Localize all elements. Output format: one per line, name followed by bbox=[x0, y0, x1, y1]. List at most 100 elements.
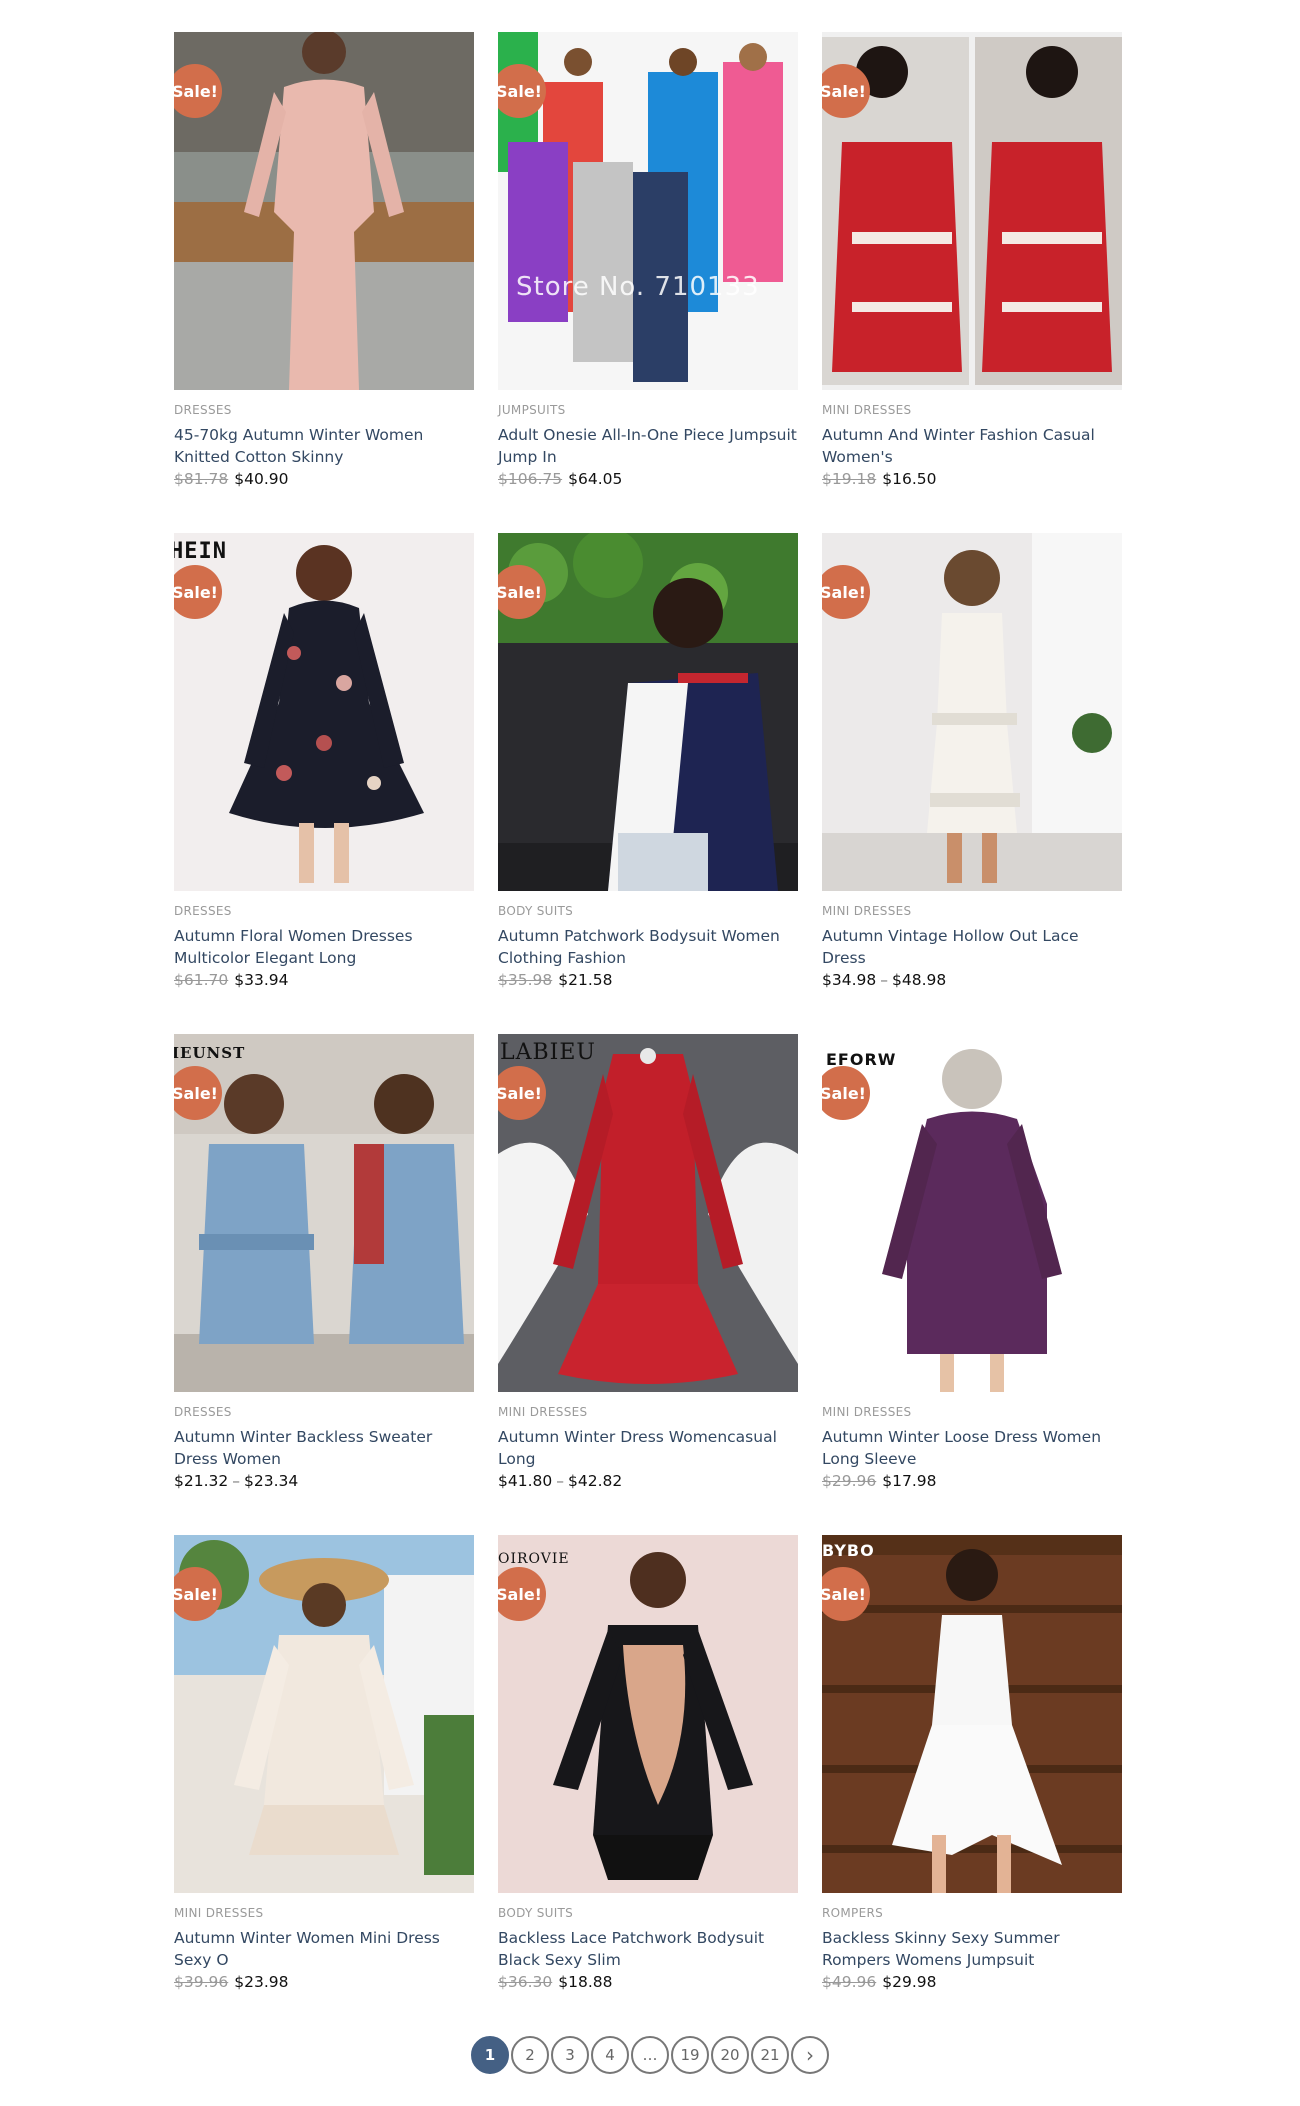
product-card[interactable]: Sale! BODY SUITS Autumn Patchwork Bodysu… bbox=[498, 533, 798, 1034]
product-image[interactable]: Sale! bbox=[174, 1535, 474, 1893]
page-ellipsis: … bbox=[631, 2036, 669, 2074]
product-category[interactable]: MINI DRESSES bbox=[822, 1405, 1122, 1422]
product-price: $49.96 $29.98 bbox=[822, 1971, 1122, 1993]
sale-price: $18.88 bbox=[558, 1973, 613, 1991]
sale-price: $40.90 bbox=[234, 470, 289, 488]
product-title[interactable]: Backless Lace Patchwork Bodysuit Black S… bbox=[498, 1927, 798, 1971]
chevron-right-icon: › bbox=[806, 2043, 814, 2067]
product-image[interactable]: BYBO Sale! bbox=[822, 1535, 1122, 1893]
page-2-button[interactable]: 2 bbox=[511, 2036, 549, 2074]
product-category[interactable]: MINI DRESSES bbox=[822, 403, 1122, 420]
product-title[interactable]: Adult Onesie All-In-One Piece Jumpsuit J… bbox=[498, 424, 798, 468]
product-category[interactable]: DRESSES bbox=[174, 403, 474, 420]
original-price: $81.78 bbox=[174, 470, 229, 488]
product-card[interactable]: BYBO Sale! ROMPERS Backless Skinny Sexy … bbox=[822, 1535, 1122, 2036]
product-title[interactable]: Autumn And Winter Fashion Casual Women's bbox=[822, 424, 1122, 468]
product-card[interactable]: IEUNST Sale! DRESSES Autumn Winter Backl… bbox=[174, 1034, 474, 1535]
sale-price: $17.98 bbox=[882, 1472, 937, 1490]
product-price: $41.80– $42.82 bbox=[498, 1472, 623, 1490]
product-image[interactable]: EFORW Sale! bbox=[822, 1034, 1122, 1392]
original-price: $19.18 bbox=[822, 470, 877, 488]
product-card[interactable]: HEIN Sale! DRESSES Autumn Floral Women D… bbox=[174, 533, 474, 1034]
product-image[interactable]: OIROVIE Sale! bbox=[498, 1535, 798, 1893]
product-category[interactable]: DRESSES bbox=[174, 1405, 474, 1422]
page-21-button[interactable]: 21 bbox=[751, 2036, 789, 2074]
price-min: $34.98 bbox=[822, 971, 877, 989]
product-card[interactable]: LABIEU Sale! MINI DRESSES Autumn Winter … bbox=[498, 1034, 798, 1535]
product-price: $34.98– $48.98 bbox=[822, 971, 947, 989]
sale-price: $16.50 bbox=[882, 470, 937, 488]
product-card[interactable]: Sale! MINI DRESSES Autumn Winter Women M… bbox=[174, 1535, 474, 2036]
product-card[interactable]: Store No. 710133 Sale! JUMPSUITS Adult O… bbox=[498, 32, 798, 533]
product-price: $61.70 $33.94 bbox=[174, 969, 474, 991]
original-price: $36.30 bbox=[498, 1973, 553, 1991]
product-card[interactable]: Sale! DRESSES 45-70kg Autumn Winter Wome… bbox=[174, 32, 474, 533]
product-category[interactable]: MINI DRESSES bbox=[174, 1906, 474, 1923]
product-title[interactable]: Autumn Winter Dress Womencasual Long bbox=[498, 1426, 798, 1470]
product-title[interactable]: Autumn Patchwork Bodysuit Women Clothing… bbox=[498, 925, 798, 969]
product-image[interactable]: Sale! bbox=[498, 533, 798, 891]
product-title[interactable]: 45-70kg Autumn Winter Women Knitted Cott… bbox=[174, 424, 474, 468]
product-card[interactable]: Sale! MINI DRESSES Autumn And Winter Fas… bbox=[822, 32, 1122, 533]
original-price: $61.70 bbox=[174, 971, 229, 989]
product-image[interactable]: Store No. 710133 Sale! bbox=[498, 32, 798, 390]
product-title[interactable]: Autumn Winter Women Mini Dress Sexy O bbox=[174, 1927, 474, 1971]
product-category[interactable]: DRESSES bbox=[174, 904, 474, 921]
product-price: $36.30 $18.88 bbox=[498, 1971, 798, 1993]
price-min: $41.80 bbox=[498, 1472, 553, 1490]
price-max: $48.98 bbox=[892, 971, 947, 989]
brand-watermark: OIROVIE bbox=[498, 1551, 570, 1567]
watermark-text: Store No. 710133 bbox=[516, 272, 760, 302]
original-price: $39.96 bbox=[174, 1973, 229, 1991]
product-image[interactable]: HEIN Sale! bbox=[174, 533, 474, 891]
next-page-button[interactable]: › bbox=[791, 2036, 829, 2074]
product-category[interactable]: JUMPSUITS bbox=[498, 403, 798, 420]
original-price: $49.96 bbox=[822, 1973, 877, 1991]
original-price: $29.96 bbox=[822, 1472, 877, 1490]
product-price: $29.96 $17.98 bbox=[822, 1470, 1122, 1492]
product-card[interactable]: Sale! MINI DRESSES Autumn Vintage Hollow… bbox=[822, 533, 1122, 1034]
sale-price: $21.58 bbox=[558, 971, 613, 989]
sale-price: $33.94 bbox=[234, 971, 289, 989]
product-category[interactable]: BODY SUITS bbox=[498, 1906, 798, 1923]
page-19-button[interactable]: 19 bbox=[671, 2036, 709, 2074]
product-card[interactable]: EFORW Sale! MINI DRESSES Autumn Winter L… bbox=[822, 1034, 1122, 1535]
price-max: $42.82 bbox=[568, 1472, 623, 1490]
product-category[interactable]: ROMPERS bbox=[822, 1906, 1122, 1923]
product-title[interactable]: Autumn Winter Backless Sweater Dress Wom… bbox=[174, 1426, 474, 1470]
page-3-button[interactable]: 3 bbox=[551, 2036, 589, 2074]
page-4-button[interactable]: 4 bbox=[591, 2036, 629, 2074]
product-price: $81.78 $40.90 bbox=[174, 468, 474, 490]
original-price: $106.75 bbox=[498, 470, 563, 488]
product-image[interactable]: Sale! bbox=[822, 533, 1122, 891]
product-price: $21.32– $23.34 bbox=[174, 1472, 299, 1490]
brand-watermark: BYBO bbox=[822, 1541, 875, 1560]
product-image[interactable]: Sale! bbox=[174, 32, 474, 390]
product-price: $39.96 $23.98 bbox=[174, 1971, 474, 1993]
product-card[interactable]: OIROVIE Sale! BODY SUITS Backless Lace P… bbox=[498, 1535, 798, 2036]
product-category[interactable]: BODY SUITS bbox=[498, 904, 798, 921]
original-price: $35.98 bbox=[498, 971, 553, 989]
price-min: $21.32 bbox=[174, 1472, 229, 1490]
product-title[interactable]: Backless Skinny Sexy Summer Rompers Wome… bbox=[822, 1927, 1122, 1971]
pagination: 1 2 3 4 … 19 20 21 › bbox=[0, 2036, 1300, 2074]
product-price: $106.75 $64.05 bbox=[498, 468, 798, 490]
product-title[interactable]: Autumn Winter Loose Dress Women Long Sle… bbox=[822, 1426, 1122, 1470]
product-image[interactable]: Sale! bbox=[822, 32, 1122, 390]
product-title[interactable]: Autumn Vintage Hollow Out Lace Dress bbox=[822, 925, 1122, 969]
product-grid: Sale! DRESSES 45-70kg Autumn Winter Wome… bbox=[174, 32, 1126, 2036]
product-price: $19.18 $16.50 bbox=[822, 468, 1122, 490]
product-category[interactable]: MINI DRESSES bbox=[822, 904, 1122, 921]
sale-price: $64.05 bbox=[568, 470, 623, 488]
product-price: $35.98 $21.58 bbox=[498, 969, 798, 991]
page-20-button[interactable]: 20 bbox=[711, 2036, 749, 2074]
sale-price: $29.98 bbox=[882, 1973, 937, 1991]
brand-watermark: LABIEU bbox=[500, 1040, 596, 1065]
page-1-button[interactable]: 1 bbox=[471, 2036, 509, 2074]
product-image[interactable]: LABIEU Sale! bbox=[498, 1034, 798, 1392]
price-max: $23.34 bbox=[244, 1472, 299, 1490]
product-title[interactable]: Autumn Floral Women Dresses Multicolor E… bbox=[174, 925, 474, 969]
sale-price: $23.98 bbox=[234, 1973, 289, 1991]
product-image[interactable]: IEUNST Sale! bbox=[174, 1034, 474, 1392]
product-category[interactable]: MINI DRESSES bbox=[498, 1405, 798, 1422]
